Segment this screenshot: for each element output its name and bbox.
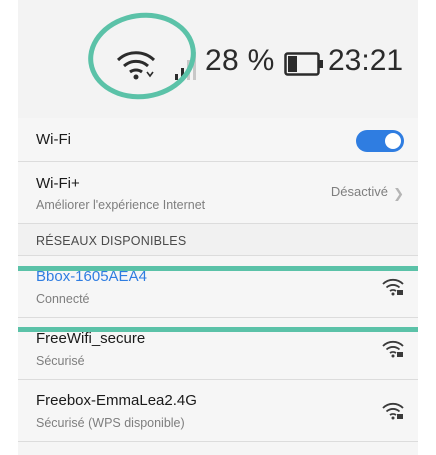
network-status: Sécurisé (WPS disponible): [36, 416, 185, 430]
wifi-plus-status: Désactivé: [330, 184, 388, 199]
clock: 23:21: [328, 44, 404, 77]
phone-screen: 28 % 23:21 Wi-Fi Wi-Fi+ Améliorer l'expé…: [18, 0, 418, 455]
network-name: Freebox-EmmaLea2.4G: [36, 392, 197, 409]
network-item[interactable]: Freebox-EmmaLea2.4G Sécurisé (WPS dispon…: [18, 380, 418, 442]
chevron-right-icon: ❯: [393, 186, 404, 201]
toggle-knob: [385, 133, 401, 149]
wifi-locked-icon: [382, 278, 404, 296]
network-item[interactable]: FreeWifi_secure Sécurisé: [18, 318, 418, 380]
network-status: Sécurisé: [36, 354, 85, 368]
network-status: Connecté: [36, 292, 90, 306]
wifi-locked-icon: [382, 340, 404, 358]
battery-percent: 28 %: [205, 44, 275, 77]
available-networks-header: RÉSEAUX DISPONIBLES: [18, 224, 418, 256]
network-name: Bbox-1605AEA4: [36, 268, 147, 285]
right-margin: [418, 0, 436, 455]
network-item[interactable]: Bbox-1605AEA4 Connecté: [18, 256, 418, 318]
wifi-plus-subtitle: Améliorer l'expérience Internet: [36, 198, 206, 212]
wifi-locked-icon: [382, 402, 404, 420]
wifi-highlight-circle: [82, 5, 202, 107]
wifi-settings-list: Wi-Fi Wi-Fi+ Améliorer l'expérience Inte…: [18, 118, 418, 442]
section-header-label: RÉSEAUX DISPONIBLES: [36, 234, 187, 248]
battery-icon: [284, 52, 323, 76]
status-bar: 28 % 23:21: [18, 0, 418, 118]
wifi-toggle-row[interactable]: Wi-Fi: [18, 118, 418, 162]
wifi-label: Wi-Fi: [36, 131, 71, 148]
left-margin: [0, 0, 18, 455]
network-name: FreeWifi_secure: [36, 330, 146, 347]
wifi-plus-row[interactable]: Wi-Fi+ Améliorer l'expérience Internet D…: [18, 162, 418, 224]
wifi-plus-label: Wi-Fi+: [36, 175, 80, 192]
wifi-toggle[interactable]: [356, 130, 404, 152]
